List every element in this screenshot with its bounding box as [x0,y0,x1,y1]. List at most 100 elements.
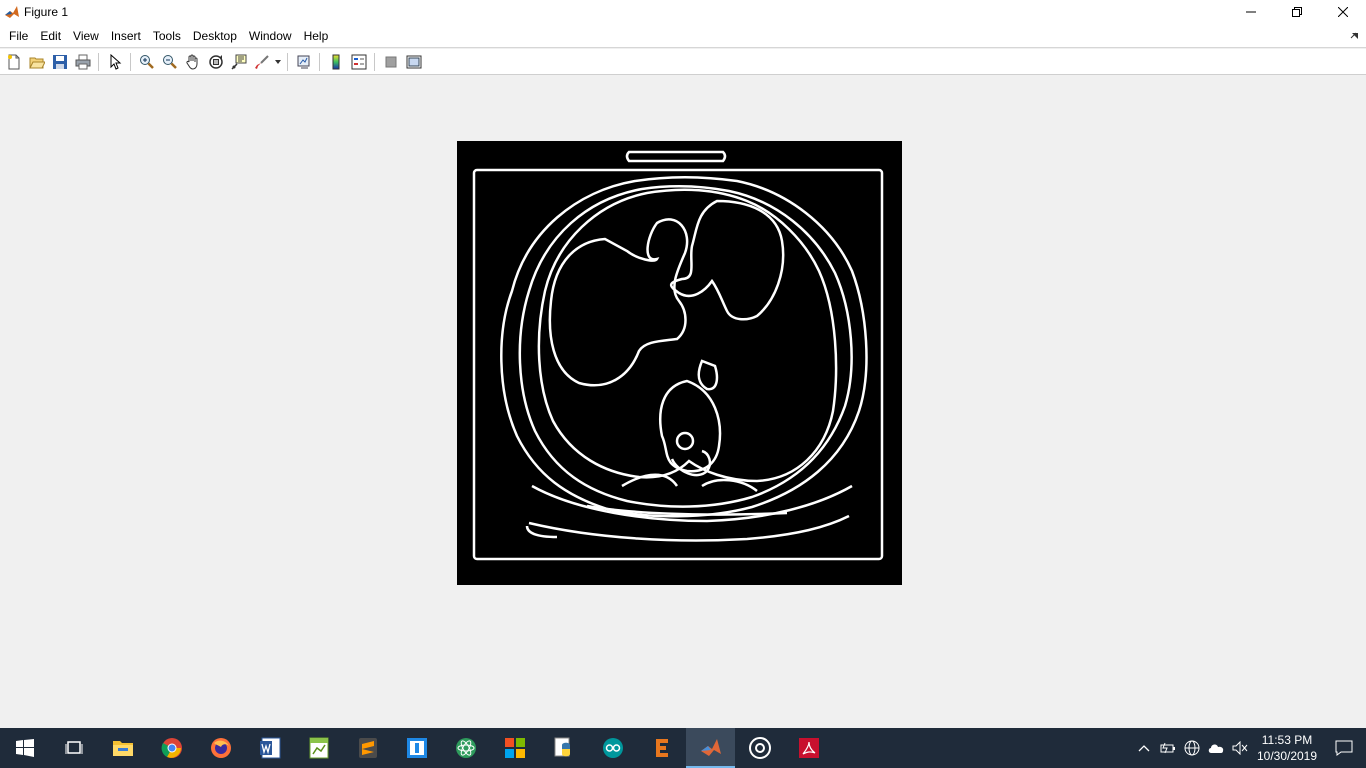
window-titlebar: Figure 1 [0,0,1366,24]
word-icon [259,737,280,759]
volume-muted-icon [1232,741,1248,755]
firefox-app[interactable] [196,728,245,768]
menu-file[interactable]: File [3,24,34,48]
close-button[interactable] [1320,0,1366,24]
file-explorer-app[interactable] [98,728,147,768]
hide-plot-tools-icon [385,56,396,67]
network-tray-button[interactable] [1180,728,1204,768]
chrome-app[interactable] [147,728,196,768]
windows-tiles-app[interactable] [490,728,539,768]
toolbar-separator [319,52,320,71]
window-title: Figure 1 [24,5,69,19]
menu-bar: File Edit View Insert Tools Desktop Wind… [0,24,1366,48]
data-cursor-button[interactable] [227,51,250,73]
zoom-in-icon [139,54,154,69]
link-plot-button[interactable] [292,51,315,73]
figure-canvas[interactable] [0,76,1366,728]
rotate-3d-button[interactable] [204,51,227,73]
close-icon [1338,7,1348,17]
taskbar-clock[interactable]: 11:53 PM 10/30/2019 [1252,732,1322,764]
start-icon [15,739,34,757]
windows-taskbar: 11:53 PM 10/30/2019 [0,728,1366,768]
globe-icon [1184,740,1200,756]
firefox-icon [210,738,231,758]
dock-arrow-icon[interactable] [1350,30,1360,40]
save-icon [52,54,67,69]
python-app[interactable] [539,728,588,768]
cloud-icon [1208,744,1224,753]
zoom-in-button[interactable] [135,51,158,73]
arduino-app[interactable] [588,728,637,768]
sublime-text-app[interactable] [343,728,392,768]
menu-tools[interactable]: Tools [147,24,187,48]
brush-dropdown[interactable] [273,51,283,73]
insert-legend-icon [351,54,366,69]
acrobat-app[interactable] [784,728,833,768]
zoom-out-button[interactable] [158,51,181,73]
atom-app[interactable] [441,728,490,768]
terminal-app[interactable] [392,728,441,768]
minimize-button[interactable] [1228,0,1274,24]
show-hidden-icons-button[interactable] [1132,728,1156,768]
editor-icon [309,737,328,759]
battery-icon [1160,742,1175,754]
menu-insert[interactable]: Insert [105,24,147,48]
insert-colorbar-icon [332,54,339,69]
atom-icon [455,738,476,758]
print-icon [75,54,90,69]
word-app[interactable] [245,728,294,768]
restore-icon [1292,7,1302,17]
terminal-app-icon [406,738,427,758]
editor-app[interactable] [294,728,343,768]
notification-icon [1335,740,1353,756]
menu-help[interactable]: Help [298,24,335,48]
hide-plot-tools-button[interactable] [379,51,402,73]
volume-tray-button[interactable] [1228,728,1252,768]
toolbar-separator [130,52,131,71]
task-view-icon [65,741,82,754]
new-figure-button[interactable] [2,51,25,73]
edge-detection-image[interactable] [457,141,902,585]
arduino-icon [602,738,623,758]
chevron-down-icon [275,59,281,64]
windows-tiles-icon [504,738,525,758]
start-button[interactable] [0,728,49,768]
onedrive-tray-button[interactable] [1204,728,1228,768]
menu-view[interactable]: View [67,24,105,48]
action-center-button[interactable] [1322,728,1366,768]
data-cursor-icon [230,54,246,70]
obs-icon [748,737,771,759]
menu-edit[interactable]: Edit [34,24,67,48]
acrobat-icon [798,738,819,758]
insert-colorbar-button[interactable] [324,51,347,73]
restore-button[interactable] [1274,0,1320,24]
brush-button[interactable] [250,51,273,73]
save-button[interactable] [48,51,71,73]
print-button[interactable] [71,51,94,73]
open-file-button[interactable] [25,51,48,73]
toolbar-separator [98,52,99,71]
select-pointer-button[interactable] [103,51,126,73]
pan-button[interactable] [181,51,204,73]
obs-app[interactable] [735,728,784,768]
chrome-icon [161,738,182,758]
matlab-app[interactable] [686,728,735,768]
sublime-text-icon [358,738,377,758]
figure-toolbar [0,49,1366,75]
task-view-button[interactable] [49,728,98,768]
battery-tray-button[interactable] [1156,728,1180,768]
show-plot-tools-button[interactable] [402,51,425,73]
file-explorer-icon [112,741,133,756]
menu-window[interactable]: Window [243,24,298,48]
brush-icon [254,54,269,69]
toolbar-separator [287,52,288,71]
insert-legend-button[interactable] [347,51,370,73]
menu-desktop[interactable]: Desktop [187,24,243,48]
pan-hand-icon [185,54,197,70]
minimize-icon [1246,11,1256,13]
system-tray: 11:53 PM 10/30/2019 [1132,728,1366,768]
e-app-icon [655,739,668,757]
toolbar-separator [374,52,375,71]
e-app[interactable] [637,728,686,768]
zoom-out-icon [162,54,177,69]
